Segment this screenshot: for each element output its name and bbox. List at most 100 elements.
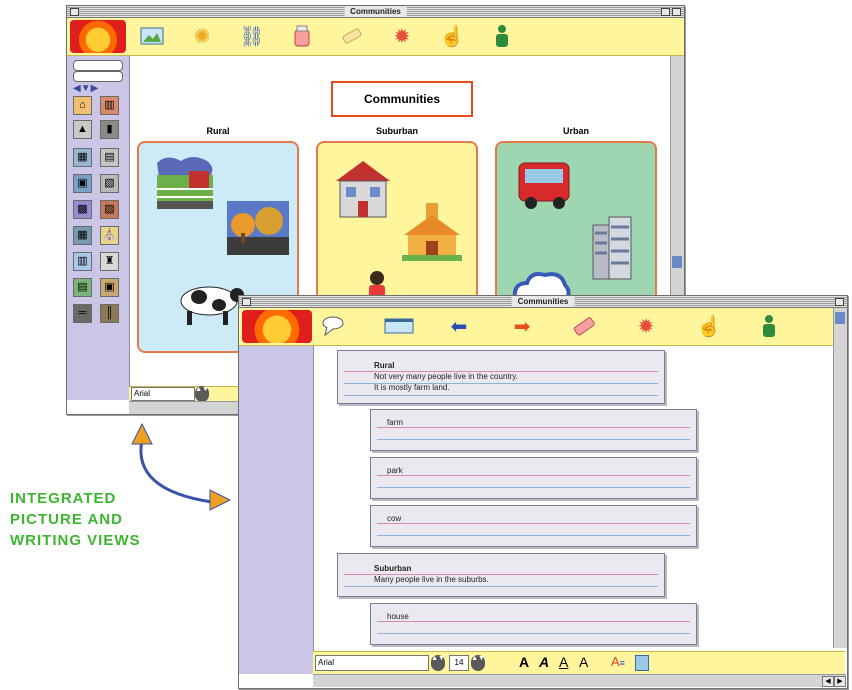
thumb-door[interactable]: ▮: [100, 120, 119, 139]
hand-icon[interactable]: ☝: [437, 22, 467, 50]
schoolhouse-icon[interactable]: [400, 201, 464, 263]
picture-sidebar: ◀▼▶ ⌂ ▥ ▲ ▮ ▦ ▤ ▣ ▧ ▩ ▨ ▦ ⛪ ▥ ♜ ▤ ▣ ═ ║: [67, 56, 130, 400]
rural-label: Rural: [206, 126, 230, 136]
suburban-label: Suburban: [376, 126, 418, 136]
thumb-barn[interactable]: ▲: [73, 120, 92, 139]
thumb-church[interactable]: ⛪: [100, 226, 119, 245]
bold-style-button[interactable]: A: [519, 654, 529, 670]
thumb-apartment[interactable]: ▩: [73, 200, 92, 219]
thumb-building[interactable]: ▥: [100, 96, 119, 115]
skyscraper-icon[interactable]: [589, 215, 639, 281]
thumb-hall[interactable]: ▥: [73, 252, 92, 271]
house-icon[interactable]: [332, 157, 394, 221]
cow-text-box[interactable]: cow: [370, 505, 697, 547]
rule-line: [377, 633, 690, 634]
superscript-style-button[interactable]: A: [579, 654, 588, 670]
underline-style-button[interactable]: A: [559, 654, 568, 670]
sidebar-slot-1[interactable]: [73, 60, 123, 71]
writing-sidebar: [239, 346, 314, 674]
speech-icon[interactable]: [319, 312, 349, 340]
farm-barn-icon[interactable]: [153, 153, 217, 211]
writing-window-titlebar[interactable]: Communities: [239, 296, 847, 308]
suburban-text-box[interactable]: Suburban Many people live in the suburbs…: [337, 553, 665, 597]
person-icon[interactable]: [487, 22, 517, 50]
collapse-box-icon[interactable]: [672, 8, 681, 16]
thumb-store[interactable]: ▨: [100, 200, 119, 219]
thumb-shop[interactable]: ▣: [73, 174, 92, 193]
house-text-box[interactable]: house: [370, 603, 697, 645]
italic-style-button[interactable]: A: [539, 654, 549, 670]
park-label: park: [387, 466, 403, 475]
writing-scrollbar-vertical[interactable]: [833, 308, 847, 648]
writing-window-title: Communities: [511, 296, 575, 307]
thumb-house[interactable]: ⌂: [73, 96, 92, 115]
rule-line: [377, 475, 690, 476]
thumb-street[interactable]: ▤: [73, 278, 92, 297]
rule-line: [344, 586, 658, 587]
eraser-icon[interactable]: [337, 22, 367, 50]
thumb-fence[interactable]: ║: [100, 304, 119, 323]
sun-icon[interactable]: ✺: [187, 22, 217, 50]
thumb-market[interactable]: ▣: [100, 278, 119, 297]
hand-icon[interactable]: ☝: [694, 312, 724, 340]
thumb-tower[interactable]: ▦: [73, 148, 92, 167]
zoom-box-icon[interactable]: [661, 8, 670, 16]
picture-font-stepper[interactable]: ▲▼: [195, 386, 209, 402]
rule-line: [344, 395, 658, 396]
left-arrow-icon[interactable]: ⬅: [444, 312, 474, 340]
rural-line-1: Not very many people live in the country…: [374, 372, 518, 381]
window-icon[interactable]: [384, 312, 414, 340]
rural-text-box[interactable]: Rural Not very many people live in the c…: [337, 350, 665, 404]
link-icon[interactable]: ⛓: [237, 22, 267, 50]
writing-font-field[interactable]: Arial: [315, 655, 429, 671]
rule-line: [377, 621, 690, 622]
suburban-line-1: Many people live in the suburbs.: [374, 575, 489, 584]
picture-window-titlebar[interactable]: Communities: [67, 6, 684, 18]
orchard-icon[interactable]: [225, 199, 291, 257]
communities-title-box[interactable]: Communities: [331, 81, 473, 117]
writing-view-window: Communities ⬅ ➡ ✹ ☝ Rural Not very many …: [238, 295, 848, 689]
rule-line: [377, 439, 690, 440]
cow-icon[interactable]: [173, 277, 245, 329]
close-box-icon[interactable]: [242, 298, 251, 306]
thumb-garage[interactable]: ▧: [100, 174, 119, 193]
farm-text-box[interactable]: farm: [370, 409, 697, 451]
scroll-right-arrow-icon[interactable]: ▶: [834, 676, 846, 687]
callout-line-1: INTEGRATED: [10, 490, 117, 507]
scroll-left-arrow-icon[interactable]: ◀: [822, 676, 834, 687]
thumb-office[interactable]: ▦: [73, 226, 92, 245]
eraser-icon[interactable]: [569, 312, 599, 340]
copy-icon[interactable]: [635, 655, 649, 671]
sidebar-nav-arrows[interactable]: ◀▼▶: [73, 83, 98, 94]
paint-jar-icon[interactable]: [287, 22, 317, 50]
font-name-stepper[interactable]: ▲▼: [431, 655, 445, 671]
font-size-stepper[interactable]: ▲▼: [471, 655, 485, 671]
writing-scrollbar-horizontal[interactable]: ◀ ▶: [313, 674, 846, 687]
zoom-box-icon[interactable]: [835, 298, 844, 306]
park-text-box[interactable]: park: [370, 457, 697, 499]
right-arrow-icon[interactable]: ➡: [507, 312, 537, 340]
bus-icon[interactable]: [515, 157, 573, 211]
writing-scroll-thumb[interactable]: [835, 312, 845, 324]
logo-icon: [242, 310, 312, 343]
text-color-icon[interactable]: A≡: [611, 654, 625, 669]
rule-line: [377, 523, 690, 524]
thumb-lighthouse[interactable]: ♜: [100, 252, 119, 271]
callout-line-3: WRITING VIEWS: [10, 532, 141, 549]
picture-scroll-thumb[interactable]: [672, 256, 682, 268]
font-size-field[interactable]: 14: [449, 655, 469, 671]
thumb-truck[interactable]: ▤: [100, 148, 119, 167]
cow-label: cow: [387, 514, 402, 523]
picture-window-title: Communities: [344, 6, 407, 17]
picture-font-field[interactable]: Arial: [131, 387, 195, 401]
thumb-road[interactable]: ═: [73, 304, 92, 323]
person-icon[interactable]: [754, 312, 784, 340]
speaker-icon[interactable]: ✹: [387, 22, 417, 50]
sidebar-slot-2[interactable]: [73, 71, 123, 82]
close-box-icon[interactable]: [70, 8, 79, 16]
rural-heading: Rural: [374, 361, 395, 370]
suburban-heading: Suburban: [374, 564, 412, 573]
picture-icon[interactable]: [137, 22, 167, 50]
speaker-icon[interactable]: ✹: [631, 312, 661, 340]
urban-label: Urban: [562, 126, 589, 136]
